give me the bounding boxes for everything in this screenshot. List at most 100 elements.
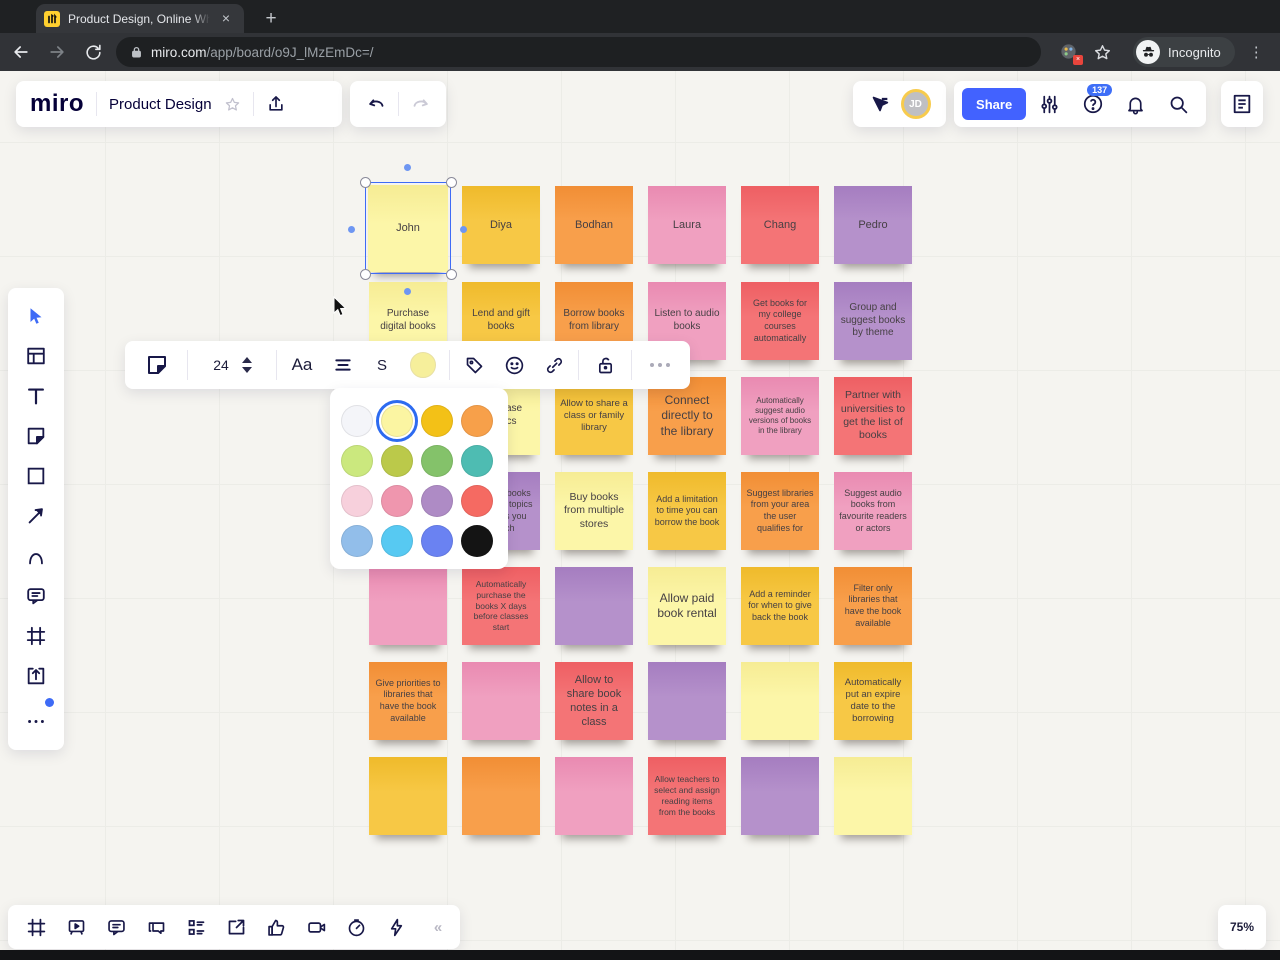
sticky-note[interactable]: Bodhan bbox=[555, 186, 633, 264]
share-button[interactable]: Share bbox=[962, 88, 1027, 120]
fill-color-button[interactable] bbox=[401, 345, 445, 385]
sticky-note[interactable]: Buy books from multiple stores bbox=[555, 472, 633, 550]
sticky-note[interactable] bbox=[834, 757, 912, 835]
link-icon[interactable] bbox=[534, 345, 574, 385]
sticky-note[interactable]: Add a reminder for when to give back the… bbox=[741, 567, 819, 645]
font-size-value[interactable]: 24 bbox=[206, 357, 236, 373]
color-swatch[interactable] bbox=[421, 405, 453, 437]
connector-dot[interactable] bbox=[348, 226, 355, 233]
color-swatch[interactable] bbox=[421, 485, 453, 517]
timer-icon[interactable] bbox=[336, 907, 376, 947]
color-swatch[interactable] bbox=[461, 485, 493, 517]
sticky-note[interactable]: Give priorities to libraries that have t… bbox=[369, 662, 447, 740]
tag-icon[interactable] bbox=[454, 345, 494, 385]
reload-button[interactable] bbox=[78, 37, 108, 67]
browser-menu-icon[interactable]: ⋮ bbox=[1249, 43, 1264, 61]
sticky-note[interactable]: Partner with universities to get the lis… bbox=[834, 377, 912, 455]
sticky-type-icon[interactable] bbox=[131, 345, 183, 385]
text-tool[interactable] bbox=[14, 376, 58, 416]
sticky-note[interactable]: Automatically suggest audio versions of … bbox=[741, 377, 819, 455]
selection-handle[interactable] bbox=[360, 269, 371, 280]
text-align-icon[interactable] bbox=[323, 345, 363, 385]
sticky-note[interactable] bbox=[648, 662, 726, 740]
chat-icon[interactable] bbox=[136, 907, 176, 947]
templates-tool[interactable] bbox=[14, 336, 58, 376]
forward-button[interactable] bbox=[42, 37, 72, 67]
more-options[interactable] bbox=[636, 345, 684, 385]
sticky-note[interactable]: Pedro bbox=[834, 186, 912, 264]
video-chat-icon[interactable] bbox=[296, 907, 336, 947]
lock-button[interactable] bbox=[583, 345, 627, 385]
export-icon[interactable] bbox=[266, 94, 286, 114]
quick-actions-icon[interactable] bbox=[376, 907, 416, 947]
bookmark-star-icon[interactable] bbox=[1087, 37, 1117, 67]
sticky-note[interactable]: Get books for my college courses automat… bbox=[741, 282, 819, 360]
sticky-note[interactable] bbox=[555, 757, 633, 835]
color-swatch[interactable] bbox=[341, 405, 373, 437]
sticky-note[interactable] bbox=[555, 567, 633, 645]
sticky-note[interactable] bbox=[369, 757, 447, 835]
sticky-note[interactable] bbox=[462, 662, 540, 740]
sticky-note[interactable] bbox=[462, 757, 540, 835]
strikethrough-button[interactable]: S bbox=[363, 345, 401, 385]
sticky-note[interactable]: Diya bbox=[462, 186, 540, 264]
color-swatch[interactable] bbox=[376, 400, 418, 442]
sticky-note[interactable]: Automatically put an expire date to the … bbox=[834, 662, 912, 740]
selection-handle[interactable] bbox=[446, 177, 457, 188]
connector-dot[interactable] bbox=[404, 164, 411, 171]
new-tab-button[interactable]: + bbox=[258, 6, 284, 32]
color-swatch[interactable] bbox=[461, 445, 493, 477]
document-notes-icon[interactable] bbox=[1231, 93, 1253, 115]
connector-dot[interactable] bbox=[404, 288, 411, 295]
sticky-note-tool[interactable] bbox=[14, 416, 58, 456]
text-style-button[interactable]: Aa bbox=[281, 345, 323, 385]
sticky-note[interactable]: Chang bbox=[741, 186, 819, 264]
miro-canvas[interactable]: John Diya Bodhan Laura Chang Pedro Purchase di… bbox=[0, 71, 1280, 950]
undo-icon[interactable] bbox=[366, 93, 388, 115]
browser-tab[interactable]: Product Design, Online Whit × bbox=[36, 4, 244, 33]
sticky-note[interactable] bbox=[741, 662, 819, 740]
presentation-icon[interactable] bbox=[56, 907, 96, 947]
connector-dot[interactable] bbox=[460, 226, 467, 233]
back-button[interactable] bbox=[6, 37, 36, 67]
avatar[interactable]: JD bbox=[900, 89, 931, 119]
search-icon[interactable] bbox=[1159, 84, 1198, 124]
selection-handle[interactable] bbox=[446, 269, 457, 280]
reactions-icon[interactable] bbox=[256, 907, 296, 947]
sticky-note[interactable]: Group and suggest books by theme bbox=[834, 282, 912, 360]
color-swatch[interactable] bbox=[341, 525, 373, 557]
sticky-note[interactable] bbox=[741, 757, 819, 835]
comment-tool[interactable] bbox=[14, 576, 58, 616]
frame-tool[interactable] bbox=[14, 616, 58, 656]
arrow-tool[interactable] bbox=[14, 496, 58, 536]
sticky-note[interactable]: Suggest libraries from your area the use… bbox=[741, 472, 819, 550]
star-icon[interactable] bbox=[224, 96, 241, 113]
font-size-stepper[interactable] bbox=[236, 357, 258, 373]
selection-handle[interactable] bbox=[360, 177, 371, 188]
help-icon[interactable]: 137 bbox=[1073, 84, 1113, 124]
sticky-note[interactable]: Allow to share book notes in a class bbox=[555, 662, 633, 740]
sticky-note[interactable]: Allow teachers to select and assign read… bbox=[648, 757, 726, 835]
color-swatch[interactable] bbox=[381, 485, 413, 517]
sticky-note[interactable]: Allow paid book rental bbox=[648, 567, 726, 645]
upload-tool[interactable] bbox=[14, 656, 58, 696]
tab-close-icon[interactable]: × bbox=[218, 11, 234, 27]
shapes-tool[interactable] bbox=[14, 456, 58, 496]
comments-panel-icon[interactable] bbox=[96, 907, 136, 947]
sticky-note[interactable]: Add a limitation to time you can borrow … bbox=[648, 472, 726, 550]
sticky-note[interactable]: Automatically purchase the books X days … bbox=[462, 567, 540, 645]
color-swatch[interactable] bbox=[421, 445, 453, 477]
color-swatch[interactable] bbox=[381, 525, 413, 557]
sticky-note[interactable] bbox=[369, 567, 447, 645]
selection-box[interactable] bbox=[360, 177, 457, 280]
color-swatch[interactable] bbox=[381, 445, 413, 477]
font-size-control[interactable]: 24 bbox=[192, 345, 272, 385]
extension-icon[interactable]: × bbox=[1059, 42, 1083, 65]
more-tools[interactable] bbox=[14, 696, 58, 736]
color-swatch[interactable] bbox=[461, 525, 493, 557]
color-swatch[interactable] bbox=[421, 525, 453, 557]
sticky-note[interactable]: Laura bbox=[648, 186, 726, 264]
zoom-indicator[interactable]: 75% bbox=[1218, 905, 1266, 949]
frames-panel-icon[interactable] bbox=[16, 907, 56, 947]
select-tool[interactable] bbox=[14, 296, 58, 336]
